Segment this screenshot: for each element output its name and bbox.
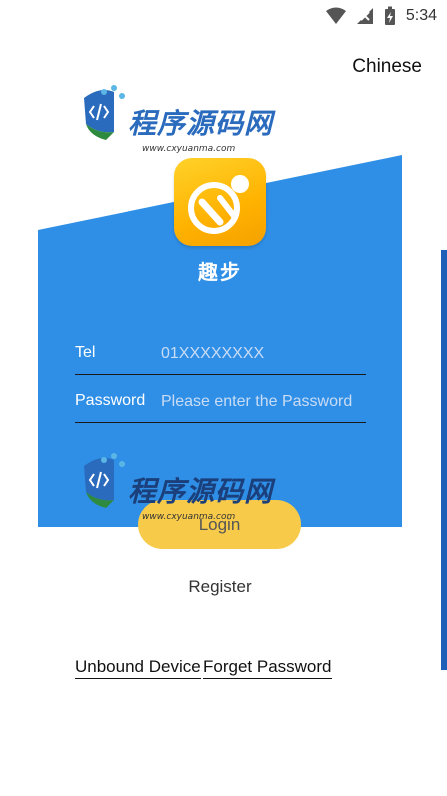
password-row: Password: [75, 381, 366, 423]
status-bar: 5:34: [0, 0, 447, 32]
unbound-device-link[interactable]: Unbound Device: [75, 657, 201, 679]
password-label: Password: [75, 392, 146, 409]
watermark: 程序源码网 www.cxyuanma.com: [80, 452, 280, 542]
password-input[interactable]: [161, 387, 366, 417]
watermark-url: www.cxyuanma.com: [142, 512, 236, 522]
watermark-shield-icon: [84, 85, 125, 140]
watermark-url: www.cxyuanma.com: [142, 144, 236, 154]
tel-label: Tel: [75, 344, 96, 361]
app-name: 趣步: [198, 262, 242, 284]
scrollbar[interactable]: [441, 250, 447, 670]
status-time: 5:34: [405, 7, 437, 24]
watermark-text: 程序源码网: [128, 107, 274, 140]
signal-icon: [356, 8, 373, 24]
tel-row: Tel: [75, 333, 366, 375]
tel-input[interactable]: [161, 339, 366, 369]
status-icons: 5:34: [325, 6, 437, 26]
wifi-icon: [325, 7, 346, 24]
register-link[interactable]: Register: [0, 577, 440, 597]
language-toggle[interactable]: Chinese: [352, 56, 422, 78]
watermark-shield-icon: [84, 453, 125, 508]
forget-password-link[interactable]: Forget Password: [203, 657, 332, 679]
watermark: 程序源码网 www.cxyuanma.com: [80, 84, 280, 174]
watermark-text: 程序源码网: [128, 475, 274, 508]
battery-icon: [384, 6, 395, 25]
